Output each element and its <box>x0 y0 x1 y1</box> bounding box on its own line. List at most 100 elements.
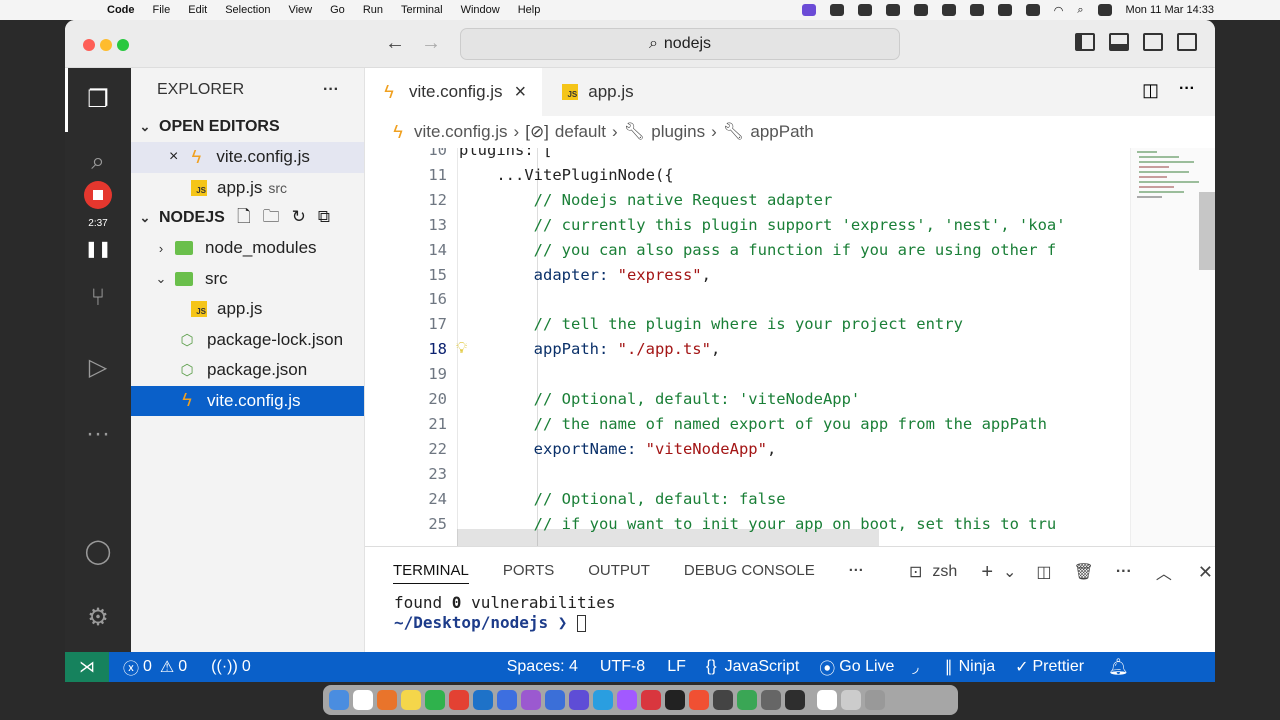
downloads-icon[interactable] <box>841 690 861 710</box>
open-editor-item[interactable]: × ϟ vite.config.js <box>131 142 364 173</box>
close-window-button[interactable] <box>83 39 95 51</box>
tree-file[interactable]: ⬡ package.json <box>131 355 364 386</box>
command-center-search[interactable]: ⌕ nodejs <box>460 28 900 60</box>
status-icon[interactable] <box>885 4 900 16</box>
menu-window[interactable]: Window <box>461 4 500 16</box>
close-icon[interactable]: × <box>515 81 527 104</box>
explorer-more-icon[interactable]: ··· <box>323 81 339 99</box>
menu-app-name[interactable]: Code <box>107 4 135 16</box>
breadcrumb-default[interactable]: default <box>555 122 606 142</box>
chrome-icon[interactable] <box>449 690 469 710</box>
app-icon[interactable] <box>737 690 757 710</box>
error-count[interactable]: 0 <box>143 658 152 676</box>
app-icon[interactable] <box>569 690 589 710</box>
source-control-icon[interactable]: ⑂ <box>82 282 114 314</box>
app-icon[interactable] <box>497 690 517 710</box>
refresh-icon[interactable]: ↻ <box>292 207 318 226</box>
breadcrumb-plugins[interactable]: plugins <box>651 122 705 142</box>
split-editor-icon[interactable]: ◫ <box>1142 80 1159 101</box>
indentation[interactable]: Spaces: 4 <box>507 658 578 676</box>
terminal-output[interactable]: found 0 vulnerabilities ~/Desktop/nodejs… <box>365 593 1215 633</box>
books-icon[interactable] <box>377 690 397 710</box>
menu-selection[interactable]: Selection <box>225 4 270 16</box>
pause-icon[interactable]: ❚❚ <box>82 234 114 266</box>
status-icon[interactable] <box>913 4 928 16</box>
tab-terminal[interactable]: TERMINAL <box>393 557 469 584</box>
toggle-secondary-sidebar-icon[interactable] <box>1143 33 1163 51</box>
terminal-app-icon[interactable] <box>713 690 733 710</box>
tree-folder[interactable]: › node_modules <box>131 233 364 264</box>
encoding[interactable]: UTF-8 <box>600 658 645 676</box>
menu-go[interactable]: Go <box>330 4 345 16</box>
calendar-icon[interactable] <box>353 690 373 710</box>
more-icon[interactable]: ··· <box>82 418 114 450</box>
trash-icon[interactable]: 🗑︎ <box>1074 562 1094 582</box>
status-icon[interactable] <box>857 4 872 16</box>
forward-arrow-icon[interactable]: → <box>421 32 441 55</box>
menu-run[interactable]: Run <box>363 4 383 16</box>
menu-help[interactable]: Help <box>518 4 541 16</box>
screen-record-icon[interactable] <box>801 4 816 16</box>
minimize-window-button[interactable] <box>100 39 112 51</box>
code-editor[interactable]: 💡︎ 10 plugins: [11 ...VitePluginNode({12 … <box>365 148 1130 546</box>
app-icon[interactable] <box>785 690 805 710</box>
close-icon[interactable]: × <box>169 148 178 166</box>
stop-recording-button[interactable] <box>84 181 112 209</box>
language-mode[interactable]: JavaScript <box>725 658 800 676</box>
tab-vite-config[interactable]: ϟ vite.config.js × <box>365 68 543 116</box>
menu-terminal[interactable]: Terminal <box>401 4 443 16</box>
add-terminal-icon[interactable]: + <box>981 561 993 584</box>
ninja-status[interactable]: Ninja <box>959 658 995 676</box>
toggle-primary-sidebar-icon[interactable] <box>1075 33 1095 51</box>
customize-layout-icon[interactable] <box>1177 33 1197 51</box>
split-terminal-icon[interactable]: ◫ <box>1036 562 1051 582</box>
vertical-scrollbar[interactable] <box>1199 192 1215 270</box>
tab-app-js[interactable]: JS app.js <box>542 68 649 116</box>
close-panel-icon[interactable]: ✕ <box>1198 562 1213 583</box>
prettier-status[interactable]: Prettier <box>1033 658 1085 676</box>
more-actions-icon[interactable]: ··· <box>1179 80 1195 98</box>
tab-output[interactable]: OUTPUT <box>588 562 650 579</box>
wifi-icon[interactable]: ◠ <box>1054 4 1064 17</box>
go-live-button[interactable]: Go Live <box>839 658 894 676</box>
trash-icon[interactable] <box>865 690 885 710</box>
warning-count[interactable]: 0 <box>178 658 187 676</box>
bell-icon[interactable]: 🔔︎ <box>1108 657 1128 677</box>
notes-icon[interactable] <box>401 690 421 710</box>
back-arrow-icon[interactable]: ← <box>385 32 405 55</box>
remote-indicator-icon[interactable]: ⋊ <box>65 652 109 682</box>
run-debug-icon[interactable]: ▷ <box>82 352 114 384</box>
figma-icon[interactable] <box>617 690 637 710</box>
settings-icon[interactable] <box>761 690 781 710</box>
control-center-icon[interactable] <box>1097 4 1112 16</box>
open-editors-section[interactable]: ⌄ OPEN EDITORS <box>131 112 364 142</box>
collapse-all-icon[interactable]: ⧉ <box>318 207 342 226</box>
input-source-icon[interactable] <box>997 4 1012 16</box>
status-icon[interactable] <box>941 4 956 16</box>
tab-ports[interactable]: PORTS <box>503 562 554 579</box>
battery-icon[interactable] <box>1025 4 1040 16</box>
more-actions-icon[interactable]: ··· <box>1116 563 1132 581</box>
vscode-icon[interactable] <box>473 690 493 710</box>
zoom-icon[interactable] <box>545 690 565 710</box>
toggle-panel-icon[interactable] <box>1109 33 1129 51</box>
tree-folder[interactable]: ⌄ src <box>131 264 364 295</box>
zoom-window-button[interactable] <box>117 39 129 51</box>
project-section[interactable]: ⌄ NODEJS 🗋🗀↻⧉ <box>131 203 364 233</box>
messages-icon[interactable] <box>425 690 445 710</box>
tab-debug-console[interactable]: DEBUG CONSOLE <box>684 562 815 579</box>
terminal-shell-name[interactable]: zsh <box>932 563 957 581</box>
explorer-icon[interactable]: ❐ <box>82 84 114 116</box>
menu-edit[interactable]: Edit <box>188 4 207 16</box>
document-icon[interactable] <box>817 690 837 710</box>
panel-more-icon[interactable]: ··· <box>849 562 864 579</box>
finder-icon[interactable] <box>329 690 349 710</box>
breadcrumb-apppath[interactable]: appPath <box>750 122 813 142</box>
bluetooth-icon[interactable] <box>969 4 984 16</box>
menu-file[interactable]: File <box>153 4 171 16</box>
telegram-icon[interactable] <box>593 690 613 710</box>
clock[interactable]: Mon 11 Mar 14:33 <box>1126 4 1214 16</box>
chevron-down-icon[interactable]: ⌄ <box>1003 562 1016 582</box>
maximize-panel-icon[interactable]: ︿ <box>1156 560 1172 584</box>
gear-icon[interactable]: ⚙ <box>82 602 114 634</box>
